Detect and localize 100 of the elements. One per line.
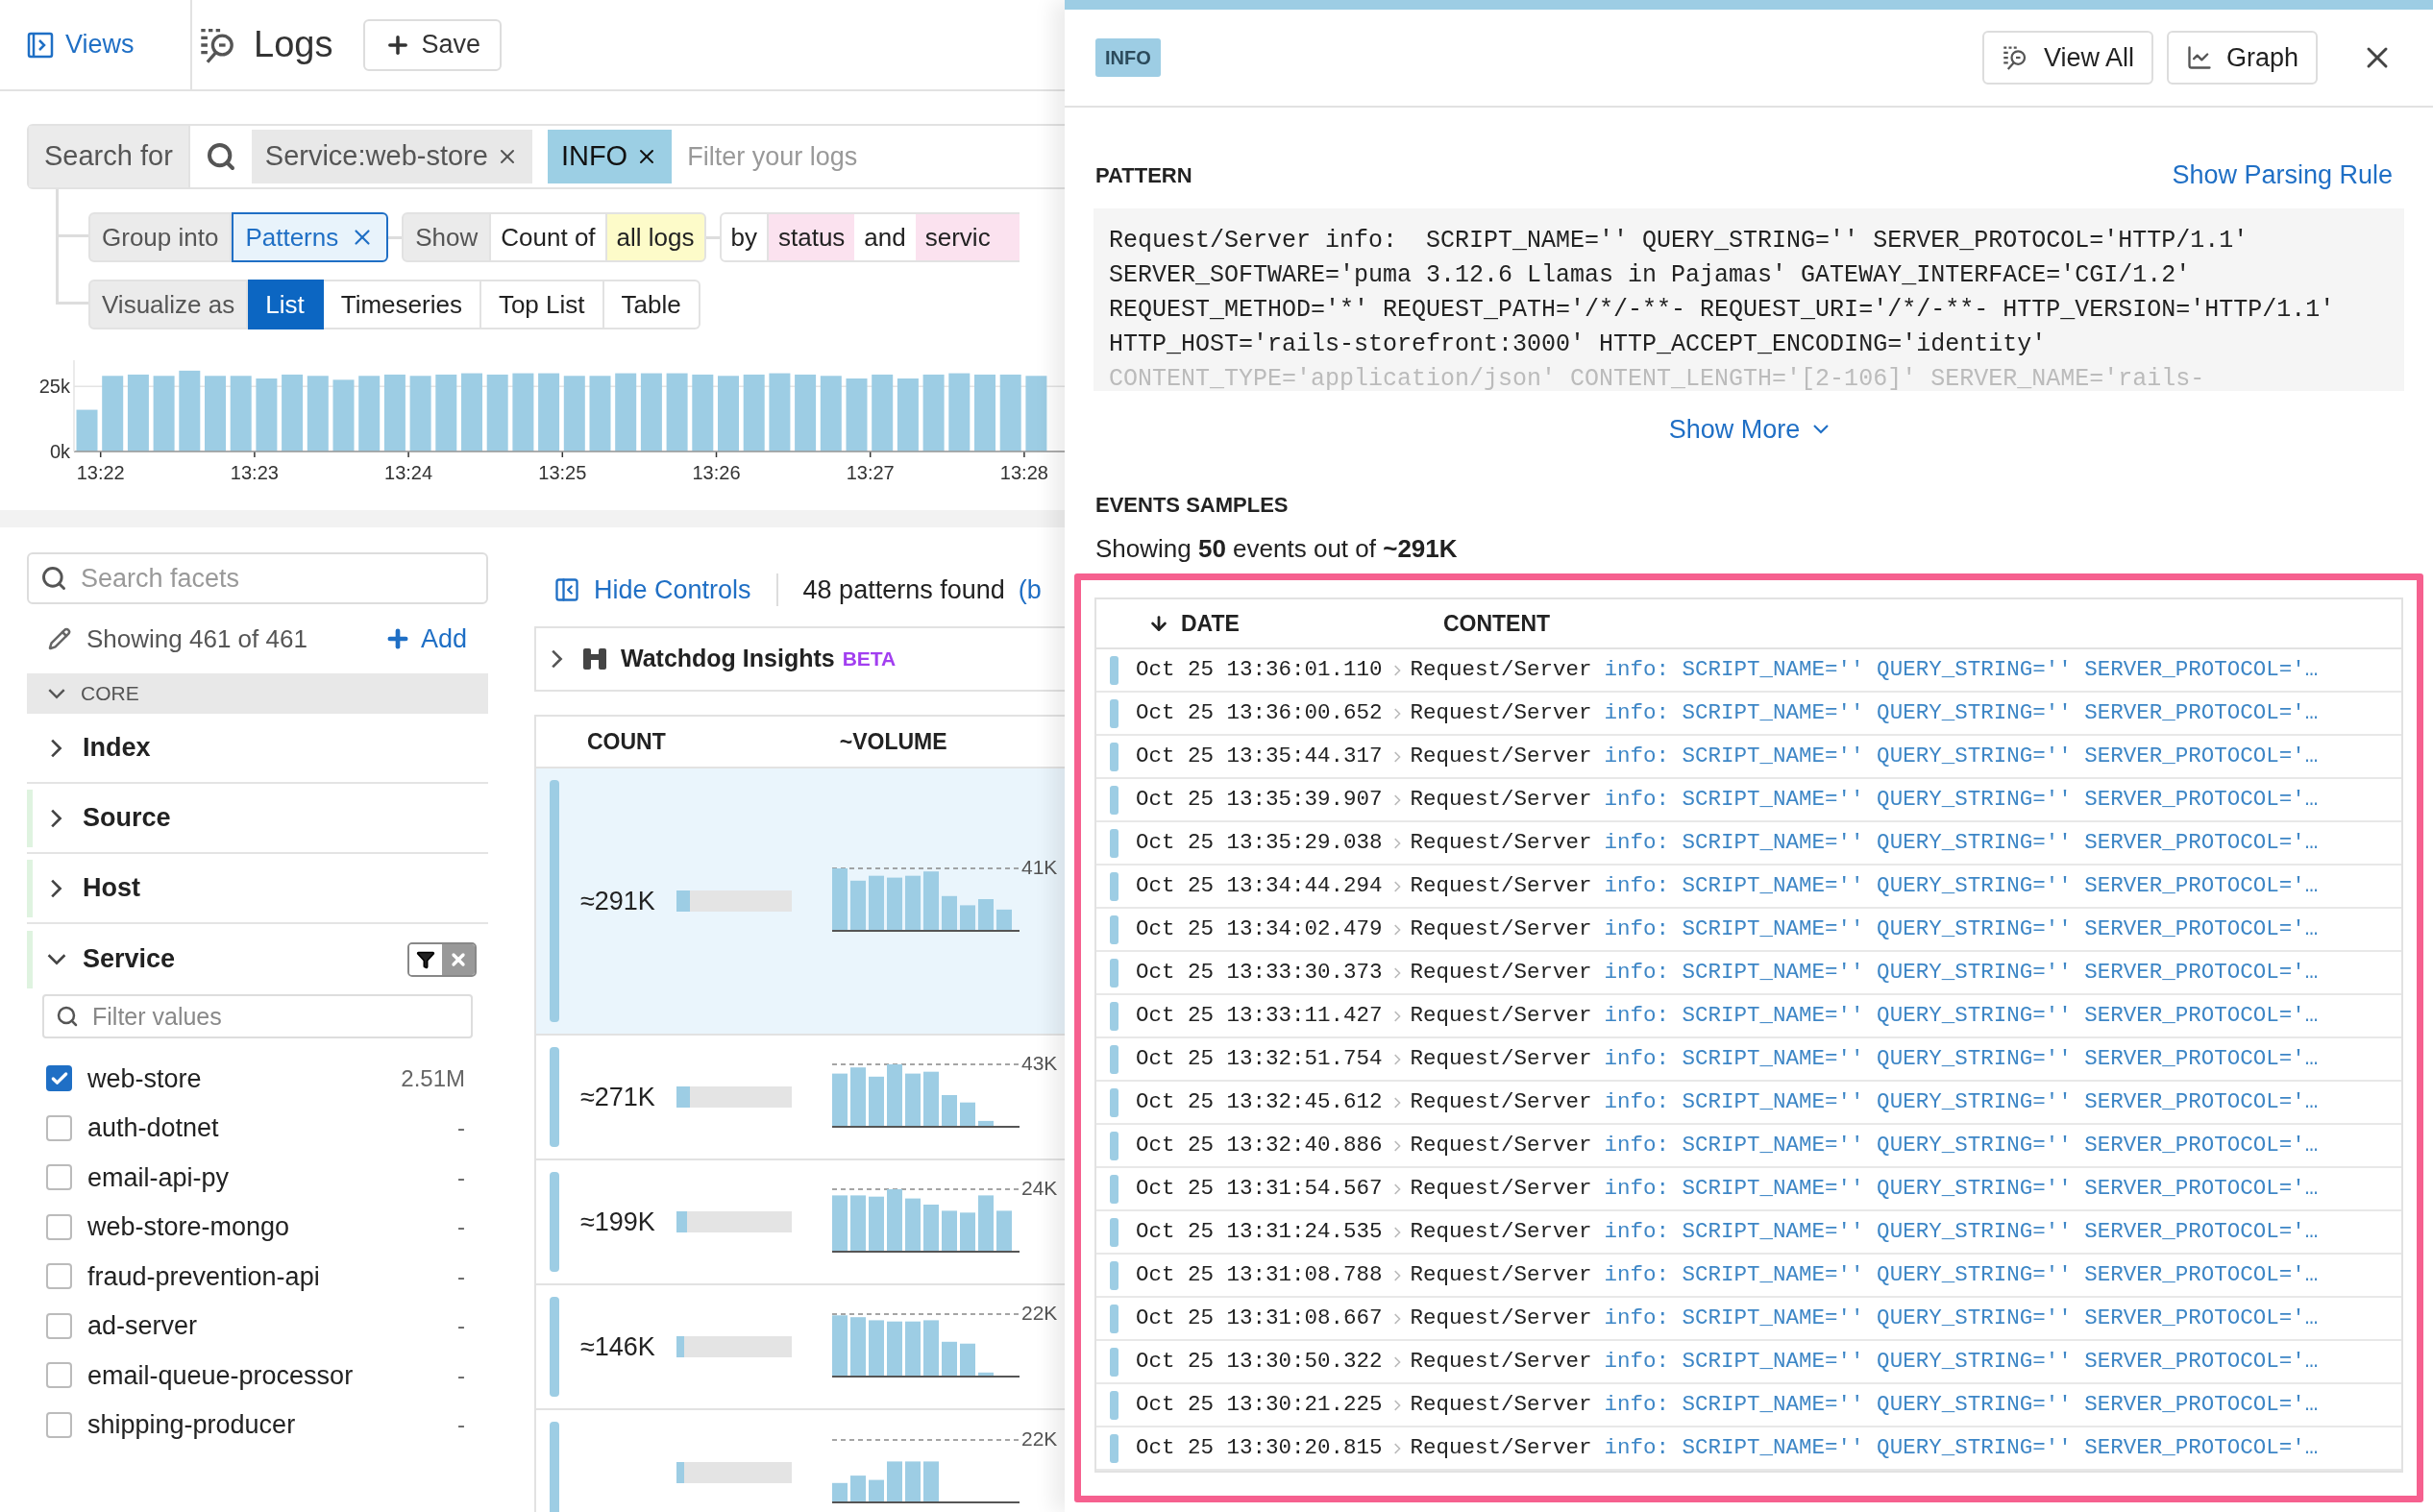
pattern-row[interactable]: ≈291K 41K xyxy=(536,768,1065,1036)
aggregation-select[interactable]: Count of xyxy=(491,212,605,262)
visualize-tab[interactable]: Top List xyxy=(480,280,604,329)
graph-button[interactable]: Graph xyxy=(2166,31,2318,85)
save-button[interactable]: Save xyxy=(363,18,502,71)
facet-checkbox[interactable] xyxy=(46,1362,72,1389)
facet-checkbox[interactable] xyxy=(46,1411,72,1438)
chevron-right-icon xyxy=(1393,1010,1401,1022)
status-bar xyxy=(1110,1001,1118,1031)
event-row[interactable]: Oct 25 13:30:50.322 Request/Server info: SCRIPT_NAME='' QUERY_STRING='' SERVER_PROTOCOL='… xyxy=(1096,1341,2401,1384)
event-message: Request/Server xyxy=(1410,958,1592,987)
volume-bar xyxy=(996,909,1012,930)
visualize-tab[interactable]: Timeseries xyxy=(323,280,481,329)
event-row[interactable]: Oct 25 13:35:39.907 Request/Server info: SCRIPT_NAME='' QUERY_STRING='' SERVER_PROTOCOL='… xyxy=(1096,779,2401,822)
facet-checkbox[interactable] xyxy=(46,1213,72,1240)
event-row[interactable]: Oct 25 13:33:11.427 Request/Server info: SCRIPT_NAME='' QUERY_STRING='' SERVER_PROTOCOL='… xyxy=(1096,995,2401,1038)
x-tick-label: 13:26 xyxy=(692,462,741,483)
add-facet-button[interactable]: Add xyxy=(383,619,467,659)
event-message: Request/Server xyxy=(1410,1131,1592,1159)
event-row[interactable]: Oct 25 13:32:40.886 Request/Server info: SCRIPT_NAME='' QUERY_STRING='' SERVER_PROTOCOL='… xyxy=(1096,1125,2401,1168)
facet-value-count: - xyxy=(457,1311,465,1341)
status-bar xyxy=(1110,1131,1118,1160)
event-row[interactable]: Oct 25 13:33:30.373 Request/Server info: SCRIPT_NAME='' QUERY_STRING='' SERVER_PROTOCOL='… xyxy=(1096,952,2401,995)
facet-checkbox[interactable] xyxy=(46,1263,72,1290)
group-by-select[interactable]: servic xyxy=(915,212,1020,262)
event-row[interactable]: Oct 25 13:31:24.535 Request/Server info: SCRIPT_NAME='' QUERY_STRING='' SERVER_PROTOCOL='… xyxy=(1096,1211,2401,1255)
views-link[interactable]: Views xyxy=(0,0,192,89)
facet-value: ad-server xyxy=(87,1310,198,1342)
pattern-line: REQUEST_METHOD='*' REQUEST_PATH='/*/-**- REQUEST_URI='/*/-**- HTTP_VERSION='HTTP/1.1' xyxy=(1109,294,2335,326)
chevron-right-icon xyxy=(1393,707,1401,719)
visualize-label: Visualize as xyxy=(88,280,249,329)
event-row[interactable]: Oct 25 13:30:21.225 Request/Server info: SCRIPT_NAME='' QUERY_STRING='' SERVER_PROTOCOL='… xyxy=(1096,1384,2401,1427)
chevron-right-icon xyxy=(1393,750,1401,763)
event-row[interactable]: Oct 25 13:34:44.294 Request/Server info: SCRIPT_NAME='' QUERY_STRING='' SERVER_PROTOCOL='… xyxy=(1096,866,2401,909)
facet-checkbox[interactable] xyxy=(46,1114,72,1141)
facet-group[interactable]: Host xyxy=(83,868,140,908)
volume-bar xyxy=(869,1196,884,1251)
event-detail: info: SCRIPT_NAME='' QUERY_STRING='' SERVER_PROTOCOL='… xyxy=(1604,915,2319,943)
view-all-button[interactable]: View All xyxy=(1981,31,2153,85)
visualize-tab[interactable]: List xyxy=(248,280,324,329)
samples-summary: Showing 50 events out of ~291K xyxy=(1095,533,1459,565)
pattern-line: CONTENT_TYPE='application/json' CONTENT_LENGTH='[2-106]' SERVER_NAME='rails- xyxy=(1109,363,2205,391)
show-more-button[interactable]: Show More xyxy=(1668,409,1830,449)
facet-section-header[interactable]: CORE xyxy=(27,673,488,714)
event-row[interactable]: Oct 25 13:34:02.479 Request/Server info: SCRIPT_NAME='' QUERY_STRING='' SERVER_PROTOCOL='… xyxy=(1096,909,2401,952)
chevron-right-icon xyxy=(1393,923,1401,936)
line-chart-icon xyxy=(2185,44,2213,71)
facet-checkbox[interactable] xyxy=(46,1312,72,1339)
filter-field[interactable]: Filter your logs xyxy=(687,136,1065,177)
watchdog-panel[interactable]: Watchdog Insights BETA xyxy=(534,626,1065,692)
event-message: Request/Server xyxy=(1410,1044,1592,1073)
event-row[interactable]: Oct 25 13:32:51.754 Request/Server info: SCRIPT_NAME='' QUERY_STRING='' SERVER_PROTOCOL='… xyxy=(1096,1038,2401,1082)
x-tick-label: 13:25 xyxy=(538,462,587,483)
event-date: Oct 25 13:33:30.373 xyxy=(1136,958,1383,987)
group-chip[interactable]: Patterns xyxy=(232,212,389,262)
status-bar xyxy=(1110,915,1118,944)
volume-max-label: 41K xyxy=(1021,857,1058,877)
event-date: Oct 25 13:36:01.110 xyxy=(1136,655,1383,684)
chevron-right-icon xyxy=(552,649,563,669)
facet-search-field[interactable]: Search facets xyxy=(27,552,488,604)
filter-chip[interactable]: INFO xyxy=(547,130,673,183)
event-row[interactable]: Oct 25 13:30:20.815 Request/Server info: SCRIPT_NAME='' QUERY_STRING='' SERVER_PROTOCOL='… xyxy=(1096,1427,2401,1471)
facet-value-count: - xyxy=(457,1162,465,1192)
event-row[interactable]: Oct 25 13:36:01.110 Request/Server info: SCRIPT_NAME='' QUERY_STRING='' SERVER_PROTOCOL='… xyxy=(1096,649,2401,693)
event-row[interactable]: Oct 25 13:32:45.612 Request/Server info: SCRIPT_NAME='' QUERY_STRING='' SERVER_PROTOCOL='… xyxy=(1096,1082,2401,1125)
event-message: Request/Server xyxy=(1410,785,1592,814)
parsing-rule-link[interactable]: Show Parsing Rule xyxy=(2172,156,2393,195)
volume-max-label: 22K xyxy=(1021,1428,1058,1449)
facet-group[interactable]: Service xyxy=(83,939,176,979)
volume-bar xyxy=(887,1189,902,1251)
facet-checkbox[interactable] xyxy=(46,1164,72,1191)
event-date: Oct 25 13:31:08.667 xyxy=(1136,1304,1383,1332)
event-row[interactable]: Oct 25 13:31:54.567 Request/Server info: SCRIPT_NAME='' QUERY_STRING='' SERVER_PROTOCOL='… xyxy=(1096,1168,2401,1211)
event-row[interactable]: Oct 25 13:36:00.652 Request/Server info: SCRIPT_NAME='' QUERY_STRING='' SERVER_PROTOCOL='… xyxy=(1096,693,2401,736)
volume-bar xyxy=(942,1341,957,1376)
filter-chip[interactable]: Service:web-store xyxy=(251,130,532,183)
facet-group[interactable]: Source xyxy=(83,798,171,838)
volume-bar xyxy=(905,875,921,930)
facet-filter-field[interactable]: Filter values xyxy=(42,994,473,1038)
event-row[interactable]: Oct 25 13:35:44.317 Request/Server info: SCRIPT_NAME='' QUERY_STRING='' SERVER_PROTOCOL='… xyxy=(1096,736,2401,779)
visualize-tab[interactable]: Table xyxy=(603,280,700,329)
event-detail: info: SCRIPT_NAME='' QUERY_STRING='' SERVER_PROTOCOL='… xyxy=(1604,785,2319,814)
facet-value-count: - xyxy=(457,1360,465,1390)
column-header[interactable]: DATE xyxy=(1181,606,1240,641)
event-row[interactable]: Oct 25 13:31:08.788 Request/Server info: SCRIPT_NAME='' QUERY_STRING='' SERVER_PROTOCOL='… xyxy=(1096,1255,2401,1298)
event-row[interactable]: Oct 25 13:35:29.038 Request/Server info: SCRIPT_NAME='' QUERY_STRING='' SERVER_PROTOCOL='… xyxy=(1096,822,2401,866)
status-bar xyxy=(1110,1347,1118,1377)
hide-controls-button[interactable]: Hide Controls xyxy=(553,570,751,610)
volume-bar xyxy=(942,1095,957,1126)
event-row[interactable]: Oct 25 13:31:08.667 Request/Server info: SCRIPT_NAME='' QUERY_STRING='' SERVER_PROTOCOL='… xyxy=(1096,1298,2401,1341)
group-by-select[interactable]: status xyxy=(769,212,855,262)
volume-bar xyxy=(869,1320,884,1376)
event-message: Request/Server xyxy=(1410,655,1592,684)
facet-group[interactable]: Index xyxy=(83,728,151,768)
facet-checkbox[interactable] xyxy=(46,1065,72,1092)
y-tick-label: 25k xyxy=(38,376,70,398)
event-message: Request/Server xyxy=(1410,1347,1592,1376)
event-date: Oct 25 13:35:29.038 xyxy=(1136,828,1383,857)
measure-select[interactable]: all logs xyxy=(604,212,706,262)
facet-value: web-store-mongo xyxy=(87,1211,290,1243)
